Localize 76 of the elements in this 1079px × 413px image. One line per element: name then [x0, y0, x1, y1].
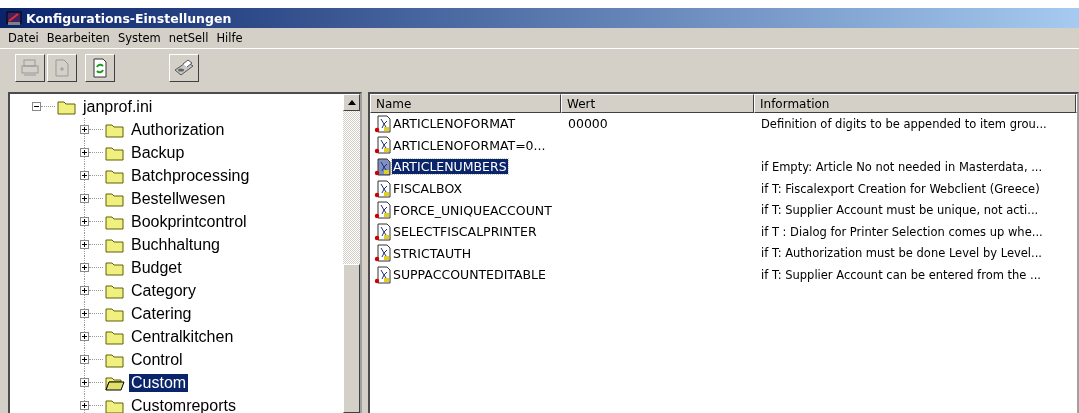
entry-information: if T: Supplier Account must be unique, not acti...	[761, 203, 1039, 218]
up-arrow-icon	[347, 100, 356, 105]
entry-name[interactable]: SUPPACCOUNTEDITABLE	[392, 267, 547, 283]
tree-item[interactable]: Batchprocessing	[129, 166, 252, 185]
expand-toggle[interactable]	[80, 194, 89, 203]
document-icon	[52, 58, 72, 78]
entry-name[interactable]: ARTICLENOFORMAT	[392, 116, 517, 132]
tree-item[interactable]: janprof.ini	[81, 97, 155, 116]
tree-item[interactable]: Customreports	[129, 396, 238, 413]
window-title: Konfigurations-Einstellungen	[26, 10, 232, 26]
expand-toggle[interactable]	[80, 332, 89, 341]
entry-information: Definition of digits to be appended to item grou...	[761, 116, 1047, 131]
entry-information: if Empty: Article No not needed in Masterdata, ...	[761, 160, 1043, 174]
menu-item[interactable]: Hilfe	[212, 31, 247, 45]
expand-toggle[interactable]	[80, 355, 89, 364]
collapse-toggle[interactable]	[32, 102, 41, 111]
tree-item[interactable]: Control	[129, 350, 185, 369]
column-header[interactable]: Name	[370, 94, 561, 113]
column-header[interactable]: Information	[754, 94, 1076, 113]
expand-toggle[interactable]	[80, 125, 89, 134]
tree-item[interactable]: Bestellwesen	[129, 189, 228, 208]
fax-button[interactable]	[169, 54, 199, 82]
refresh-icon	[90, 58, 110, 78]
entry-name[interactable]: FISCALBOX	[392, 181, 463, 197]
folder-icon	[105, 282, 125, 299]
folder-icon	[105, 259, 125, 276]
tree-item[interactable]: Centralkitchen	[129, 327, 236, 346]
entry-information: if T: Authorization must be done Level by Level...	[761, 246, 1042, 261]
printer-icon	[20, 58, 40, 78]
entry-name[interactable]: FORCE_UNIQUEACCOUNT	[392, 202, 553, 218]
expand-toggle[interactable]	[80, 401, 89, 410]
tree-item[interactable]: Custom	[129, 373, 189, 392]
folder-icon	[105, 397, 125, 413]
refresh-button[interactable]	[85, 54, 115, 82]
tree-item[interactable]: Backup	[129, 143, 187, 162]
expand-toggle[interactable]	[80, 171, 89, 180]
entry-value: 00000	[568, 116, 608, 132]
tree-item[interactable]: Category	[129, 281, 198, 300]
fax-machine-icon	[173, 58, 195, 78]
expand-toggle[interactable]	[80, 286, 89, 295]
folder-icon	[105, 236, 125, 253]
expand-toggle[interactable]	[80, 148, 89, 157]
app-icon	[6, 10, 22, 26]
folder-icon	[57, 98, 77, 115]
folder-icon	[105, 190, 125, 207]
entry-name[interactable]: SELECTFISCALPRINTER	[392, 224, 538, 240]
folder-icon	[105, 121, 125, 138]
tree-item[interactable]: Budget	[129, 258, 184, 277]
menu-item[interactable]: System	[113, 31, 165, 45]
open-folder-icon	[105, 374, 125, 391]
entry-name[interactable]: STRICTAUTH	[392, 245, 473, 261]
column-header[interactable]: Wert	[561, 94, 754, 113]
tree-item[interactable]: Authorization	[129, 120, 227, 139]
tree-item[interactable]: Catering	[129, 304, 194, 323]
expand-toggle[interactable]	[80, 263, 89, 272]
tree-item[interactable]: Buchhaltung	[129, 235, 222, 254]
entry-information: if T: Supplier Account can be entered from the ...	[761, 267, 1042, 282]
expand-toggle[interactable]	[80, 378, 89, 387]
entry-name[interactable]: ARTICLENOFORMAT=0...	[392, 137, 547, 153]
menu-item[interactable]: Bearbeiten	[42, 31, 114, 45]
folder-icon	[105, 144, 125, 161]
menu-item[interactable]: netSell	[164, 31, 213, 45]
menu-item[interactable]: Datei	[4, 31, 43, 45]
folder-icon	[105, 167, 125, 184]
folder-icon	[105, 328, 125, 345]
expand-toggle[interactable]	[80, 309, 89, 318]
entry-information: if T: Fiscalexport Creation for Webclient (Greece)	[761, 181, 1040, 196]
entry-information: if T : Dialog for Printer Selection comes up whe...	[761, 224, 1043, 239]
folder-icon	[105, 213, 125, 230]
entry-name[interactable]: ARTICLENUMBERS	[392, 159, 508, 175]
vertical-scrollbar[interactable]	[343, 94, 360, 413]
folder-icon	[105, 351, 125, 368]
tree-item[interactable]: Bookprintcontrol	[129, 212, 249, 231]
folder-icon	[105, 305, 125, 322]
expand-toggle[interactable]	[80, 240, 89, 249]
expand-toggle[interactable]	[80, 217, 89, 226]
